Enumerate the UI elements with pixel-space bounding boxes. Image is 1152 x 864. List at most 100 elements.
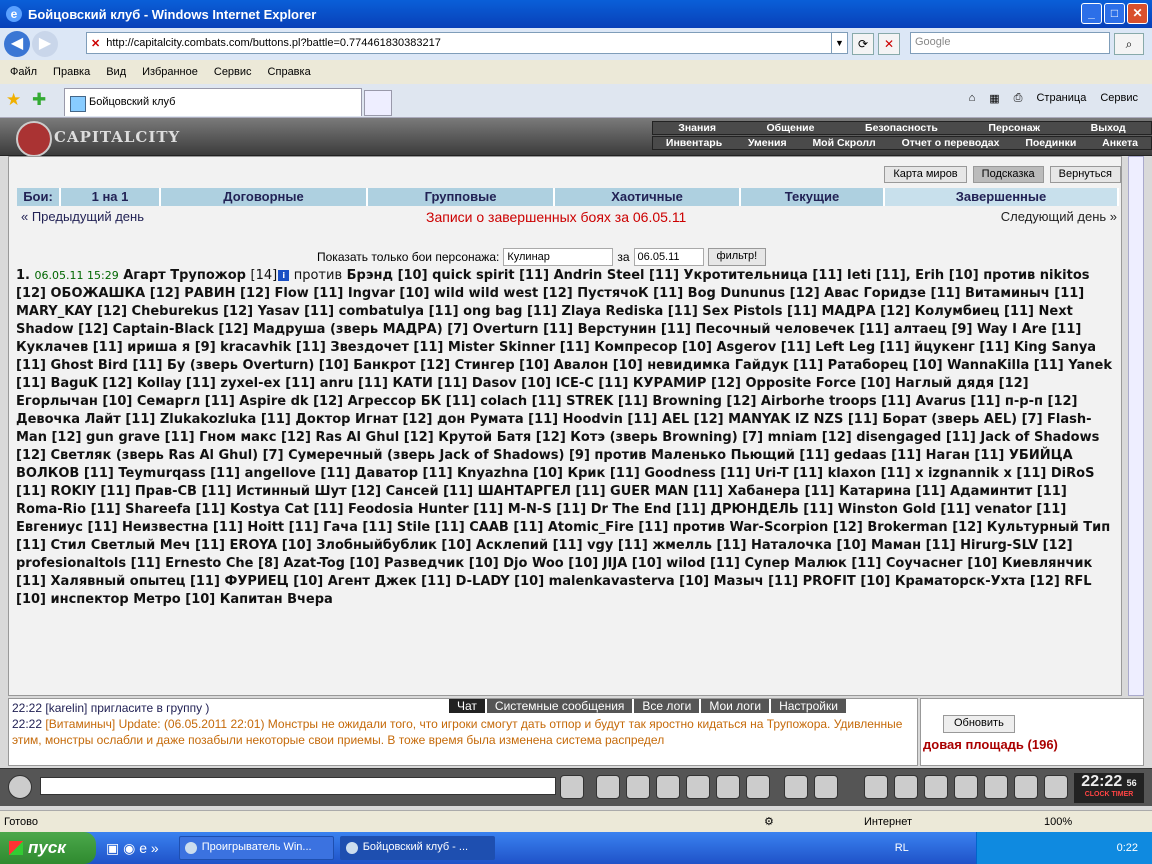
vs-text: против xyxy=(293,268,343,283)
menu-bar: Файл Правка Вид Избранное Сервис Справка xyxy=(0,60,1152,84)
tab-chat[interactable]: Чат xyxy=(449,699,485,713)
menu-edit[interactable]: Правка xyxy=(53,66,90,78)
favorites-star-icon[interactable]: ★ xyxy=(6,90,21,110)
refresh-icon[interactable]: ⟳ xyxy=(852,33,874,55)
menu-fights[interactable]: Поединки xyxy=(1025,137,1076,149)
task-fight-club[interactable]: Бойцовский клуб - ... xyxy=(339,836,495,860)
menu-file[interactable]: Файл xyxy=(10,66,37,78)
prev-day-link[interactable]: « Предыдущий день xyxy=(21,209,144,224)
chat-input[interactable] xyxy=(40,777,556,795)
next-day-link[interactable]: Следующий день » xyxy=(1001,209,1117,224)
chat-head-icon[interactable] xyxy=(8,775,32,799)
private-icon[interactable] xyxy=(716,775,740,799)
menu-tools[interactable]: Сервис xyxy=(214,66,252,78)
helmet-icon[interactable] xyxy=(954,775,978,799)
menu-favorites[interactable]: Избранное xyxy=(142,66,198,78)
quicklaunch-icon[interactable]: ▣ ◉ e » xyxy=(106,840,159,857)
info-icon[interactable]: i xyxy=(278,270,290,281)
return-button[interactable]: Вернуться xyxy=(1049,166,1121,183)
tab-finished[interactable]: Завершенные xyxy=(885,188,1119,206)
tab-chaotic[interactable]: Хаотичные xyxy=(555,188,741,206)
back-button[interactable]: ◀ xyxy=(4,31,30,57)
clock-time: 22:22 xyxy=(1081,773,1123,790)
battle-time: 06.05.11 15:29 xyxy=(34,269,119,282)
tab-settings[interactable]: Настройки xyxy=(771,699,846,713)
stop-icon[interactable]: ✕ xyxy=(878,33,900,55)
tab-group[interactable]: Групповые xyxy=(368,188,555,206)
add-favorite-icon[interactable]: ✚ xyxy=(32,90,46,110)
start-button[interactable]: пуск xyxy=(0,832,96,864)
battle-participants: Брэнд [10] quick spirit [11] Andrin Stee… xyxy=(16,268,1112,607)
zoom-level[interactable]: 100% xyxy=(1044,816,1072,828)
player-name-input[interactable] xyxy=(503,248,614,266)
save-icon[interactable] xyxy=(656,775,680,799)
team-icon[interactable] xyxy=(924,775,948,799)
tab-fight-club[interactable]: Бойцовский клуб xyxy=(64,88,362,116)
bag-icon[interactable] xyxy=(864,775,888,799)
chat-time: 22:22 xyxy=(12,701,43,715)
tab-1v1[interactable]: 1 на 1 xyxy=(61,188,161,206)
tray-clock[interactable]: 0:22 xyxy=(1117,842,1138,854)
game-menu: Знания Общение Безопасность Персонаж Вых… xyxy=(652,121,1152,151)
tools-menu[interactable]: Сервис xyxy=(1100,92,1138,105)
scroll-icon[interactable] xyxy=(894,775,918,799)
hint-button[interactable]: Подсказка xyxy=(972,166,1044,183)
tab-my-logs[interactable]: Мои логи xyxy=(701,699,770,713)
filter-button[interactable]: фильтр! xyxy=(707,248,767,266)
page-menu[interactable]: Страница xyxy=(1036,92,1086,105)
menu-communication[interactable]: Общение xyxy=(766,122,814,134)
tab-all-logs[interactable]: Все логи xyxy=(634,699,700,713)
friends-icon[interactable] xyxy=(1014,775,1038,799)
taskbar: пуск ▣ ◉ e » Проигрыватель Win... Бойцов… xyxy=(0,832,1152,864)
exit-icon[interactable] xyxy=(1044,775,1068,799)
refresh-button[interactable]: Обновить xyxy=(943,715,1015,733)
menu-exit[interactable]: Выход xyxy=(1091,122,1126,134)
game-header: CAPITALCITY Знания Общение Безопасность … xyxy=(0,118,1152,157)
menu-view[interactable]: Вид xyxy=(106,66,126,78)
fight-icon[interactable] xyxy=(814,775,838,799)
date-input[interactable] xyxy=(633,248,704,266)
home-icon[interactable]: ⌂ xyxy=(969,92,976,105)
fighter-icon[interactable] xyxy=(686,775,710,799)
minimize-button[interactable]: _ xyxy=(1081,3,1102,24)
menu-knowledge[interactable]: Знания xyxy=(678,122,716,134)
menu-help[interactable]: Справка xyxy=(268,66,311,78)
tab-contract[interactable]: Договорные xyxy=(161,188,368,206)
menu-skills[interactable]: Умения xyxy=(748,137,787,149)
smile-icon[interactable] xyxy=(784,775,808,799)
menu-inventory[interactable]: Инвентарь xyxy=(666,137,722,149)
filter-label: Показать только бои персонажа: xyxy=(317,250,500,264)
player-link[interactable]: Агарт Трупожор xyxy=(123,268,246,283)
forward-button[interactable]: ▶ xyxy=(32,31,58,57)
language-indicator[interactable]: RL xyxy=(895,842,909,854)
menu-profile[interactable]: Анкета xyxy=(1102,137,1138,149)
house-icon[interactable] xyxy=(984,775,1008,799)
task-media-player[interactable]: Проигрыватель Win... xyxy=(178,836,334,860)
chat-box: Чат Системные сообщения Все логи Мои лог… xyxy=(8,698,918,766)
new-tab-button[interactable] xyxy=(364,90,392,116)
eraser-icon[interactable] xyxy=(596,775,620,799)
ie-window: e Бойцовский клуб - Windows Internet Exp… xyxy=(0,0,1152,864)
filter-icon[interactable] xyxy=(626,775,650,799)
search-icon[interactable]: ⌕ xyxy=(1114,33,1144,55)
menu-transfers[interactable]: Отчет о переводах xyxy=(902,137,1000,149)
tab-system[interactable]: Системные сообщения xyxy=(486,699,633,713)
address-dropdown-icon[interactable]: ▼ xyxy=(831,33,847,53)
menu-my-scroll[interactable]: Мой Скролл xyxy=(812,137,875,149)
world-map-button[interactable]: Карта миров xyxy=(884,166,967,183)
print-icon[interactable]: ⎙ xyxy=(1014,92,1023,105)
game-clock: 22:22 56 CLOCK TIMER xyxy=(1074,773,1144,803)
url-text: http://capitalcity.combats.com/buttons.p… xyxy=(106,37,441,49)
maximize-button[interactable]: □ xyxy=(1104,3,1125,24)
feeds-icon[interactable]: ▦ xyxy=(989,92,999,105)
address-bar[interactable]: ✕ http://capitalcity.combats.com/buttons… xyxy=(86,32,848,54)
send-icon[interactable] xyxy=(560,775,584,799)
menu-security[interactable]: Безопасность xyxy=(865,122,938,134)
sound-icon[interactable] xyxy=(746,775,770,799)
tab-current[interactable]: Текущие xyxy=(741,188,885,206)
frame-scrollbar[interactable] xyxy=(1128,156,1144,696)
menu-character[interactable]: Персонаж xyxy=(988,122,1040,134)
search-input[interactable]: Google xyxy=(910,32,1110,54)
location-name: довая площадь (196) xyxy=(923,737,1058,752)
close-button[interactable]: ✕ xyxy=(1127,3,1148,24)
